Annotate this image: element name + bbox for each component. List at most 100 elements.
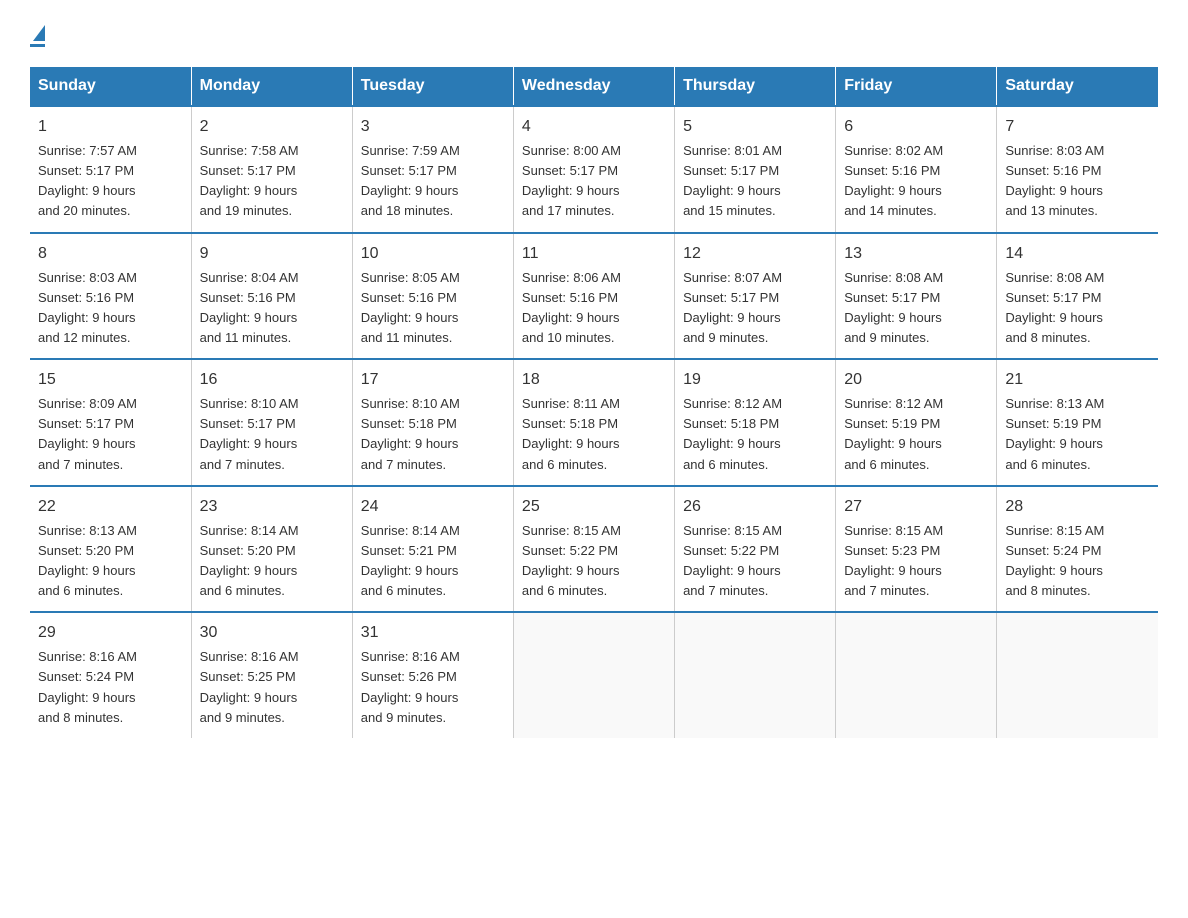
day-number: 6 — [844, 115, 988, 139]
day-info: Sunrise: 8:11 AM Sunset: 5:18 PM Dayligh… — [522, 394, 666, 475]
day-number: 2 — [200, 115, 344, 139]
calendar-cell: 18 Sunrise: 8:11 AM Sunset: 5:18 PM Dayl… — [513, 359, 674, 486]
day-number: 14 — [1005, 242, 1150, 266]
page-header — [30, 20, 1158, 47]
calendar-cell: 28 Sunrise: 8:15 AM Sunset: 5:24 PM Dayl… — [997, 486, 1158, 613]
calendar-cell: 9 Sunrise: 8:04 AM Sunset: 5:16 PM Dayli… — [191, 233, 352, 360]
day-number: 24 — [361, 495, 505, 519]
day-number: 26 — [683, 495, 827, 519]
calendar-cell: 17 Sunrise: 8:10 AM Sunset: 5:18 PM Dayl… — [352, 359, 513, 486]
calendar-cell — [675, 612, 836, 738]
day-number: 9 — [200, 242, 344, 266]
day-header-sunday: Sunday — [30, 67, 191, 106]
day-info: Sunrise: 8:06 AM Sunset: 5:16 PM Dayligh… — [522, 268, 666, 349]
day-info: Sunrise: 8:03 AM Sunset: 5:16 PM Dayligh… — [1005, 141, 1150, 222]
day-number: 25 — [522, 495, 666, 519]
day-info: Sunrise: 8:01 AM Sunset: 5:17 PM Dayligh… — [683, 141, 827, 222]
calendar-cell: 21 Sunrise: 8:13 AM Sunset: 5:19 PM Dayl… — [997, 359, 1158, 486]
day-info: Sunrise: 8:15 AM Sunset: 5:22 PM Dayligh… — [683, 521, 827, 602]
day-header-thursday: Thursday — [675, 67, 836, 106]
day-number: 19 — [683, 368, 827, 392]
day-info: Sunrise: 8:02 AM Sunset: 5:16 PM Dayligh… — [844, 141, 988, 222]
day-info: Sunrise: 7:57 AM Sunset: 5:17 PM Dayligh… — [38, 141, 183, 222]
day-info: Sunrise: 8:12 AM Sunset: 5:18 PM Dayligh… — [683, 394, 827, 475]
calendar-week-row: 1 Sunrise: 7:57 AM Sunset: 5:17 PM Dayli… — [30, 106, 1158, 233]
calendar-cell: 15 Sunrise: 8:09 AM Sunset: 5:17 PM Dayl… — [30, 359, 191, 486]
calendar-cell: 22 Sunrise: 8:13 AM Sunset: 5:20 PM Dayl… — [30, 486, 191, 613]
calendar-cell: 10 Sunrise: 8:05 AM Sunset: 5:16 PM Dayl… — [352, 233, 513, 360]
day-info: Sunrise: 8:10 AM Sunset: 5:17 PM Dayligh… — [200, 394, 344, 475]
day-number: 18 — [522, 368, 666, 392]
calendar-cell — [513, 612, 674, 738]
calendar-cell: 24 Sunrise: 8:14 AM Sunset: 5:21 PM Dayl… — [352, 486, 513, 613]
day-info: Sunrise: 8:16 AM Sunset: 5:25 PM Dayligh… — [200, 647, 344, 728]
day-number: 28 — [1005, 495, 1150, 519]
day-number: 1 — [38, 115, 183, 139]
day-header-monday: Monday — [191, 67, 352, 106]
calendar-cell: 31 Sunrise: 8:16 AM Sunset: 5:26 PM Dayl… — [352, 612, 513, 738]
calendar-cell: 19 Sunrise: 8:12 AM Sunset: 5:18 PM Dayl… — [675, 359, 836, 486]
day-number: 20 — [844, 368, 988, 392]
day-header-friday: Friday — [836, 67, 997, 106]
calendar-cell: 25 Sunrise: 8:15 AM Sunset: 5:22 PM Dayl… — [513, 486, 674, 613]
day-info: Sunrise: 8:03 AM Sunset: 5:16 PM Dayligh… — [38, 268, 183, 349]
calendar-cell: 27 Sunrise: 8:15 AM Sunset: 5:23 PM Dayl… — [836, 486, 997, 613]
day-info: Sunrise: 7:58 AM Sunset: 5:17 PM Dayligh… — [200, 141, 344, 222]
day-number: 16 — [200, 368, 344, 392]
day-header-wednesday: Wednesday — [513, 67, 674, 106]
day-info: Sunrise: 7:59 AM Sunset: 5:17 PM Dayligh… — [361, 141, 505, 222]
day-info: Sunrise: 8:00 AM Sunset: 5:17 PM Dayligh… — [522, 141, 666, 222]
calendar-cell: 8 Sunrise: 8:03 AM Sunset: 5:16 PM Dayli… — [30, 233, 191, 360]
calendar-table: SundayMondayTuesdayWednesdayThursdayFrid… — [30, 67, 1158, 738]
logo-arrow-icon — [33, 25, 45, 41]
day-number: 5 — [683, 115, 827, 139]
calendar-cell: 16 Sunrise: 8:10 AM Sunset: 5:17 PM Dayl… — [191, 359, 352, 486]
calendar-cell: 23 Sunrise: 8:14 AM Sunset: 5:20 PM Dayl… — [191, 486, 352, 613]
day-number: 3 — [361, 115, 505, 139]
day-info: Sunrise: 8:10 AM Sunset: 5:18 PM Dayligh… — [361, 394, 505, 475]
day-number: 15 — [38, 368, 183, 392]
day-number: 4 — [522, 115, 666, 139]
calendar-cell: 11 Sunrise: 8:06 AM Sunset: 5:16 PM Dayl… — [513, 233, 674, 360]
calendar-cell: 2 Sunrise: 7:58 AM Sunset: 5:17 PM Dayli… — [191, 106, 352, 233]
calendar-cell: 14 Sunrise: 8:08 AM Sunset: 5:17 PM Dayl… — [997, 233, 1158, 360]
calendar-cell: 1 Sunrise: 7:57 AM Sunset: 5:17 PM Dayli… — [30, 106, 191, 233]
day-info: Sunrise: 8:09 AM Sunset: 5:17 PM Dayligh… — [38, 394, 183, 475]
day-info: Sunrise: 8:15 AM Sunset: 5:24 PM Dayligh… — [1005, 521, 1150, 602]
calendar-week-row: 8 Sunrise: 8:03 AM Sunset: 5:16 PM Dayli… — [30, 233, 1158, 360]
day-info: Sunrise: 8:15 AM Sunset: 5:23 PM Dayligh… — [844, 521, 988, 602]
day-number: 8 — [38, 242, 183, 266]
calendar-cell: 13 Sunrise: 8:08 AM Sunset: 5:17 PM Dayl… — [836, 233, 997, 360]
calendar-cell — [997, 612, 1158, 738]
day-info: Sunrise: 8:14 AM Sunset: 5:20 PM Dayligh… — [200, 521, 344, 602]
day-info: Sunrise: 8:05 AM Sunset: 5:16 PM Dayligh… — [361, 268, 505, 349]
day-number: 7 — [1005, 115, 1150, 139]
day-info: Sunrise: 8:07 AM Sunset: 5:17 PM Dayligh… — [683, 268, 827, 349]
calendar-cell: 6 Sunrise: 8:02 AM Sunset: 5:16 PM Dayli… — [836, 106, 997, 233]
calendar-week-row: 29 Sunrise: 8:16 AM Sunset: 5:24 PM Dayl… — [30, 612, 1158, 738]
calendar-cell: 4 Sunrise: 8:00 AM Sunset: 5:17 PM Dayli… — [513, 106, 674, 233]
day-info: Sunrise: 8:08 AM Sunset: 5:17 PM Dayligh… — [1005, 268, 1150, 349]
day-number: 31 — [361, 621, 505, 645]
day-number: 17 — [361, 368, 505, 392]
calendar-cell: 3 Sunrise: 7:59 AM Sunset: 5:17 PM Dayli… — [352, 106, 513, 233]
calendar-cell: 30 Sunrise: 8:16 AM Sunset: 5:25 PM Dayl… — [191, 612, 352, 738]
day-info: Sunrise: 8:04 AM Sunset: 5:16 PM Dayligh… — [200, 268, 344, 349]
day-info: Sunrise: 8:14 AM Sunset: 5:21 PM Dayligh… — [361, 521, 505, 602]
calendar-cell: 7 Sunrise: 8:03 AM Sunset: 5:16 PM Dayli… — [997, 106, 1158, 233]
day-number: 12 — [683, 242, 827, 266]
logo-underline — [30, 44, 45, 47]
logo — [30, 20, 45, 47]
day-number: 21 — [1005, 368, 1150, 392]
calendar-week-row: 22 Sunrise: 8:13 AM Sunset: 5:20 PM Dayl… — [30, 486, 1158, 613]
day-info: Sunrise: 8:13 AM Sunset: 5:19 PM Dayligh… — [1005, 394, 1150, 475]
calendar-cell: 12 Sunrise: 8:07 AM Sunset: 5:17 PM Dayl… — [675, 233, 836, 360]
day-number: 10 — [361, 242, 505, 266]
day-info: Sunrise: 8:13 AM Sunset: 5:20 PM Dayligh… — [38, 521, 183, 602]
day-number: 23 — [200, 495, 344, 519]
calendar-cell: 20 Sunrise: 8:12 AM Sunset: 5:19 PM Dayl… — [836, 359, 997, 486]
day-header-saturday: Saturday — [997, 67, 1158, 106]
calendar-cell — [836, 612, 997, 738]
day-info: Sunrise: 8:15 AM Sunset: 5:22 PM Dayligh… — [522, 521, 666, 602]
calendar-cell: 5 Sunrise: 8:01 AM Sunset: 5:17 PM Dayli… — [675, 106, 836, 233]
